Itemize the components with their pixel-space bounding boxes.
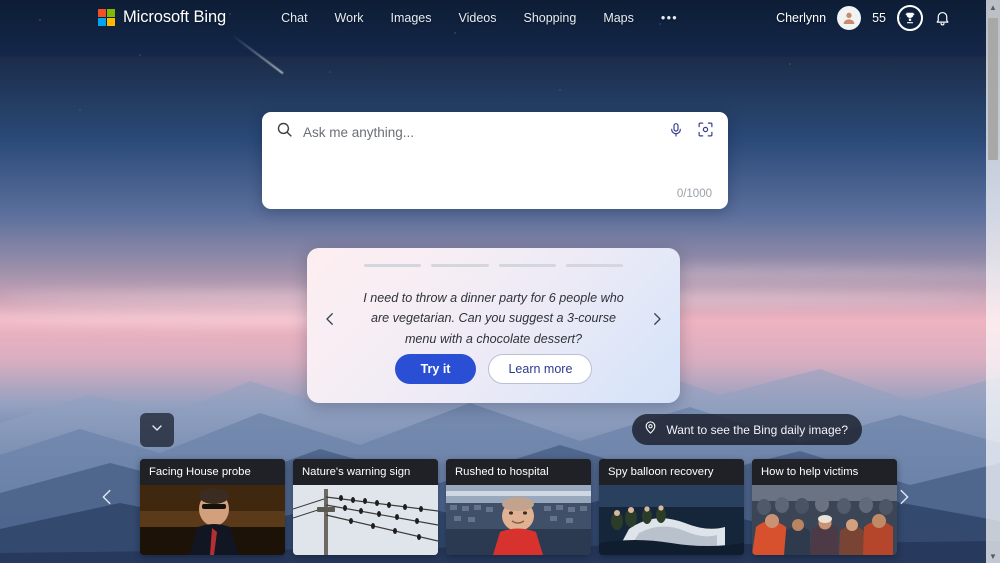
progress-bar-3[interactable] [498, 264, 556, 267]
user-avatar-icon[interactable] [837, 5, 862, 30]
learn-more-button[interactable]: Learn more [488, 354, 593, 384]
carousel-progress-indicator [364, 264, 623, 267]
suggestion-actions: Try it Learn more [307, 354, 680, 384]
news-prev-button[interactable] [96, 486, 118, 508]
news-thumbnail-crowd-of-people-aid [752, 485, 897, 555]
hamburger-menu-icon[interactable] [962, 11, 982, 25]
microsoft-squares-logo-icon [98, 9, 115, 26]
news-thumbnail-politician-at-hearing [140, 485, 285, 555]
news-headline: How to help victims [752, 459, 897, 485]
news-card-track: Facing House probe Nature's warning sign [140, 459, 897, 555]
news-headline: Rushed to hospital [446, 459, 591, 485]
bing-logo-link[interactable]: Microsoft Bing [98, 8, 226, 27]
nav-videos[interactable]: Videos [458, 11, 496, 25]
search-input[interactable] [303, 124, 668, 140]
bell-icon[interactable] [934, 9, 951, 26]
nav-maps[interactable]: Maps [603, 11, 634, 25]
news-thumbnail-navy-crew-recovering-debris [599, 485, 744, 555]
nav-images[interactable]: Images [390, 11, 431, 25]
search-input-row [262, 112, 728, 152]
nav-more-ellipsis-icon[interactable]: ••• [661, 11, 678, 24]
progress-bar-4[interactable] [565, 264, 623, 267]
news-thumbnail-man-in-red-shirt-stadium [446, 485, 591, 555]
rewards-points-count: 55 [872, 10, 886, 25]
prompt-suggestion-card: I need to throw a dinner party for 6 peo… [307, 248, 680, 403]
search-icon [276, 121, 293, 143]
suggestion-prev-button[interactable] [321, 310, 339, 328]
progress-bar-1[interactable] [364, 264, 422, 267]
bing-daily-image-button[interactable]: Want to see the Bing daily image? [632, 414, 862, 445]
news-carousel: Facing House probe Nature's warning sign [0, 448, 1000, 563]
nav-work[interactable]: Work [335, 11, 364, 25]
search-action-icons [668, 121, 714, 143]
scroll-up-arrow[interactable]: ▲ [986, 0, 1000, 14]
nav-chat[interactable]: Chat [281, 11, 307, 25]
news-card[interactable]: Rushed to hospital [446, 459, 591, 555]
news-card[interactable]: Facing House probe [140, 459, 285, 555]
top-header: Microsoft Bing Chat Work Images Videos S… [0, 0, 1000, 35]
progress-bar-2[interactable] [431, 264, 489, 267]
news-headline: Spy balloon recovery [599, 459, 744, 485]
news-card[interactable]: Spy balloon recovery [599, 459, 744, 555]
page-scrollbar[interactable]: ▲ ▼ [986, 0, 1000, 563]
suggestion-next-button[interactable] [648, 310, 666, 328]
account-username: Cherlynn [776, 10, 827, 25]
news-headline: Nature's warning sign [293, 459, 438, 485]
primary-nav: Chat Work Images Videos Shopping Maps ••… [281, 11, 678, 25]
location-pin-icon [643, 420, 658, 440]
news-card[interactable]: How to help victims [752, 459, 897, 555]
try-it-button[interactable]: Try it [394, 354, 477, 384]
news-thumbnail-birds-on-power-lines [293, 485, 438, 555]
expand-news-button[interactable] [140, 413, 174, 447]
nav-shopping[interactable]: Shopping [523, 11, 576, 25]
character-counter: 0/1000 [676, 188, 712, 200]
visual-search-camera-icon[interactable] [697, 121, 714, 143]
scrollbar-thumb[interactable] [988, 18, 998, 160]
brand-title: Microsoft Bing [123, 8, 227, 26]
daily-image-label: Want to see the Bing daily image? [666, 422, 848, 437]
trophy-icon[interactable] [897, 4, 923, 31]
suggestion-prompt-text: I need to throw a dinner party for 6 peo… [363, 291, 624, 346]
microphone-icon[interactable] [668, 122, 684, 143]
header-right-cluster: Cherlynn 55 [776, 4, 982, 31]
chevron-down-icon [149, 420, 165, 441]
scroll-down-arrow[interactable]: ▼ [986, 549, 1000, 563]
news-next-button[interactable] [893, 486, 915, 508]
news-card[interactable]: Nature's warning sign [293, 459, 438, 555]
news-headline: Facing House probe [140, 459, 285, 485]
search-box[interactable]: 0/1000 [262, 112, 728, 209]
